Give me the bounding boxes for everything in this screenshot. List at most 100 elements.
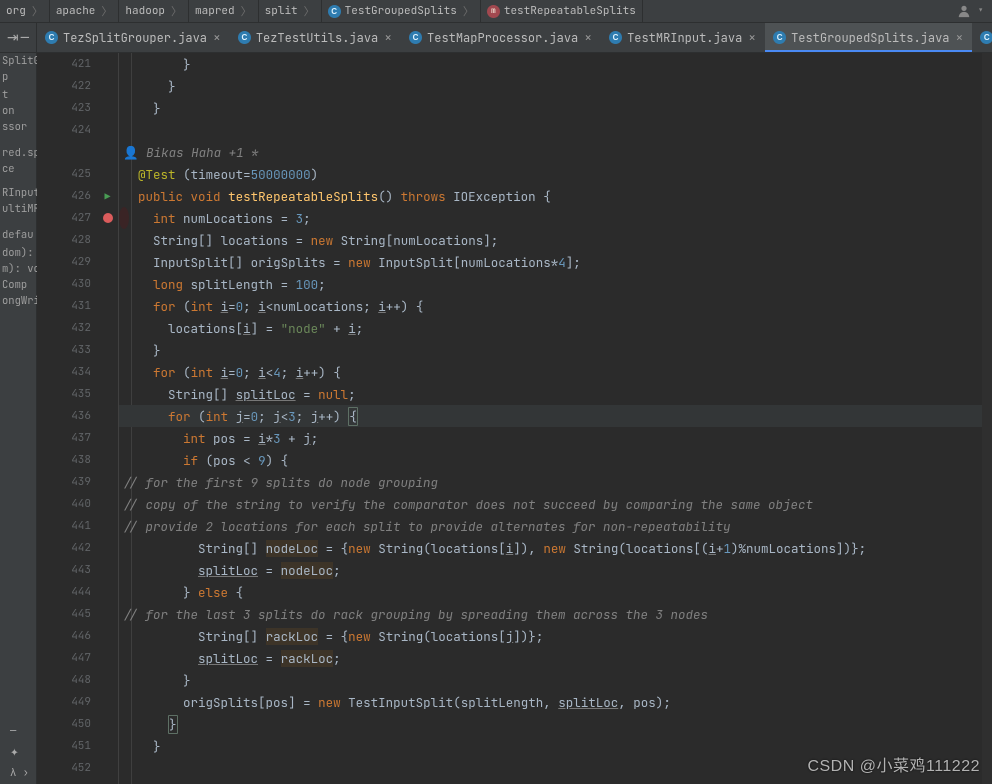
gutter-marker-cell[interactable]: [97, 735, 118, 757]
gutter-marker-cell[interactable]: [97, 757, 118, 779]
code-line[interactable]: for (int i=0; i<4; i++) {: [119, 361, 982, 383]
gutter-marker-cell[interactable]: [97, 361, 118, 383]
tab-teztestutils[interactable]: TezTestUtils.java×: [230, 23, 401, 52]
breadcrumb-item-class[interactable]: TestGroupedSplits〉: [321, 0, 481, 22]
code-line[interactable]: for (int i=0; i<numLocations; i++) {: [119, 295, 982, 317]
gutter-marker-cell[interactable]: [97, 559, 118, 581]
gutter-marker-cell[interactable]: [97, 163, 118, 185]
close-icon[interactable]: ×: [747, 29, 757, 46]
code-line[interactable]: } else {: [119, 581, 982, 603]
gutter-marker-cell[interactable]: [97, 317, 118, 339]
code-line[interactable]: }: [119, 713, 982, 735]
code-line[interactable]: splitLoc = rackLoc;: [119, 647, 982, 669]
scrollbar[interactable]: [982, 53, 992, 784]
code-line[interactable]: public void testRepeatableSplits() throw…: [119, 185, 982, 207]
code-line[interactable]: // copy of the string to verify the comp…: [119, 493, 982, 515]
code-line[interactable]: InputSplit[] origSplits = new InputSplit…: [119, 251, 982, 273]
gutter-marker-cell[interactable]: [97, 493, 118, 515]
close-icon[interactable]: ×: [212, 29, 222, 46]
close-icon[interactable]: ×: [583, 29, 593, 46]
structure-item[interactable]: m): voi: [0, 261, 36, 277]
gutter-marker-cell[interactable]: [97, 581, 118, 603]
gutter-marker-cell[interactable]: [97, 295, 118, 317]
breadcrumb-item-mapred[interactable]: mapred〉: [188, 0, 259, 22]
code-line[interactable]: // for the last 3 splits do rack groupin…: [119, 603, 982, 625]
structure-item[interactable]: ce: [0, 161, 36, 177]
gutter-marker-cell[interactable]: [97, 97, 118, 119]
gutter-marker-cell[interactable]: [97, 119, 118, 141]
code-line[interactable]: if (pos < 9) {: [119, 449, 982, 471]
structure-item[interactable]: red.sp: [0, 145, 36, 161]
breadcrumb-item-apache[interactable]: apache〉: [49, 0, 120, 22]
breadcrumb-item-hadoop[interactable]: hadoop〉: [118, 0, 189, 22]
structure-item[interactable]: Comp: [0, 277, 36, 293]
gear-icon[interactable]: ✦: [10, 746, 19, 760]
gutter-marker-cell[interactable]: ▶: [97, 185, 118, 207]
tab-testmrinput[interactable]: TestMRInput.java×: [601, 23, 765, 52]
gutter-marker-cell[interactable]: [97, 207, 118, 229]
gutter-marker-cell[interactable]: [97, 625, 118, 647]
gutter-marker-cell[interactable]: [97, 405, 118, 427]
structure-item[interactable]: p: [0, 69, 36, 85]
code-line[interactable]: }: [119, 75, 982, 97]
structure-item[interactable]: ongWri: [0, 293, 36, 309]
gutter-marker-cell[interactable]: [97, 471, 118, 493]
code-line[interactable]: String[] rackLoc = {new String(locations…: [119, 625, 982, 647]
code-line[interactable]: [119, 119, 982, 141]
code-line[interactable]: int numLocations = 3;: [119, 207, 129, 229]
code-line[interactable]: splitLoc = nodeLoc;: [119, 559, 982, 581]
breadcrumb-item-split[interactable]: split〉: [258, 0, 322, 22]
avatar[interactable]: ▾: [949, 4, 992, 18]
structure-item[interactable]: defau: [0, 227, 36, 243]
code-area[interactable]: } } } 👤 Bikas Haha +1 * @Test (timeout=50…: [119, 53, 982, 784]
code-line[interactable]: @Test (timeout=50000000): [119, 163, 982, 185]
gutter-marker-cell[interactable]: [97, 75, 118, 97]
code-line[interactable]: String[] locations = new String[numLocat…: [119, 229, 982, 251]
gutter-marker-cell[interactable]: [97, 515, 118, 537]
structure-item[interactable]: ssor: [0, 119, 36, 135]
code-line[interactable]: for (int j=0; j<3; j++) {: [119, 405, 982, 427]
gutter-marker-cell[interactable]: [97, 669, 118, 691]
breadcrumb-item-method[interactable]: testRepeatableSplits: [480, 0, 643, 22]
code-line[interactable]: String[] nodeLoc = {new String(locations…: [119, 537, 982, 559]
collapse-panel-icon[interactable]: ⇥: [7, 29, 19, 47]
close-icon[interactable]: ×: [954, 29, 964, 46]
tab-tezclient[interactable]: TezClient.java×: [972, 23, 992, 52]
code-line[interactable]: long splitLength = 100;: [119, 273, 982, 295]
gutter-marker-cell[interactable]: [97, 449, 118, 471]
code-line[interactable]: 👤 Bikas Haha +1 *: [119, 141, 982, 163]
gutter-marker-cell[interactable]: [97, 691, 118, 713]
gutter-marker-cell[interactable]: [97, 141, 118, 163]
tab-testgroupedsplits[interactable]: TestGroupedSplits.java×: [765, 23, 972, 52]
structure-item[interactable]: RInput: [0, 185, 36, 201]
gutter-marker-cell[interactable]: [97, 229, 118, 251]
structure-item[interactable]: ultiMR: [0, 201, 36, 217]
gutter-marker-cell[interactable]: [97, 53, 118, 75]
structure-item[interactable]: on: [0, 103, 36, 119]
editor[interactable]: 4214224234244254264274284294304314324334…: [37, 53, 992, 784]
code-line[interactable]: // provide 2 locations for each split to…: [119, 515, 982, 537]
code-line[interactable]: }: [119, 97, 982, 119]
gutter-marker-cell[interactable]: [97, 273, 118, 295]
gutter-marker-cell[interactable]: [97, 251, 118, 273]
code-line[interactable]: }: [119, 339, 982, 361]
breadcrumb-item-org[interactable]: org〉: [0, 0, 50, 22]
run-icon[interactable]: ▶: [105, 190, 111, 203]
gutter-marker-cell[interactable]: [97, 383, 118, 405]
structure-item[interactable]: t: [0, 87, 36, 103]
structure-panel[interactable]: SplitGptonssorred.spceRInputultiMRdefaud…: [0, 53, 37, 784]
structure-item[interactable]: SplitG: [0, 53, 36, 69]
code-line[interactable]: origSplits[pos] = new TestInputSplit(spl…: [119, 691, 982, 713]
code-line[interactable]: locations[i] = "node" + i;: [119, 317, 982, 339]
close-icon[interactable]: ×: [383, 29, 393, 46]
lambda-icon[interactable]: λ ›: [10, 766, 29, 780]
gutter-marker-cell[interactable]: [97, 339, 118, 361]
gutter-marker-cell[interactable]: [97, 537, 118, 559]
gutter-marker-cell[interactable]: [97, 427, 118, 449]
gutter-marker-cell[interactable]: [97, 713, 118, 735]
collapse-panel-icon[interactable]: —: [10, 724, 16, 738]
hide-panel-icon[interactable]: —: [21, 29, 29, 47]
gutter-marker-cell[interactable]: [97, 647, 118, 669]
code-line[interactable]: int pos = i*3 + j;: [119, 427, 982, 449]
tab-tezsplitgrouper[interactable]: TezSplitGrouper.java×: [37, 23, 230, 52]
